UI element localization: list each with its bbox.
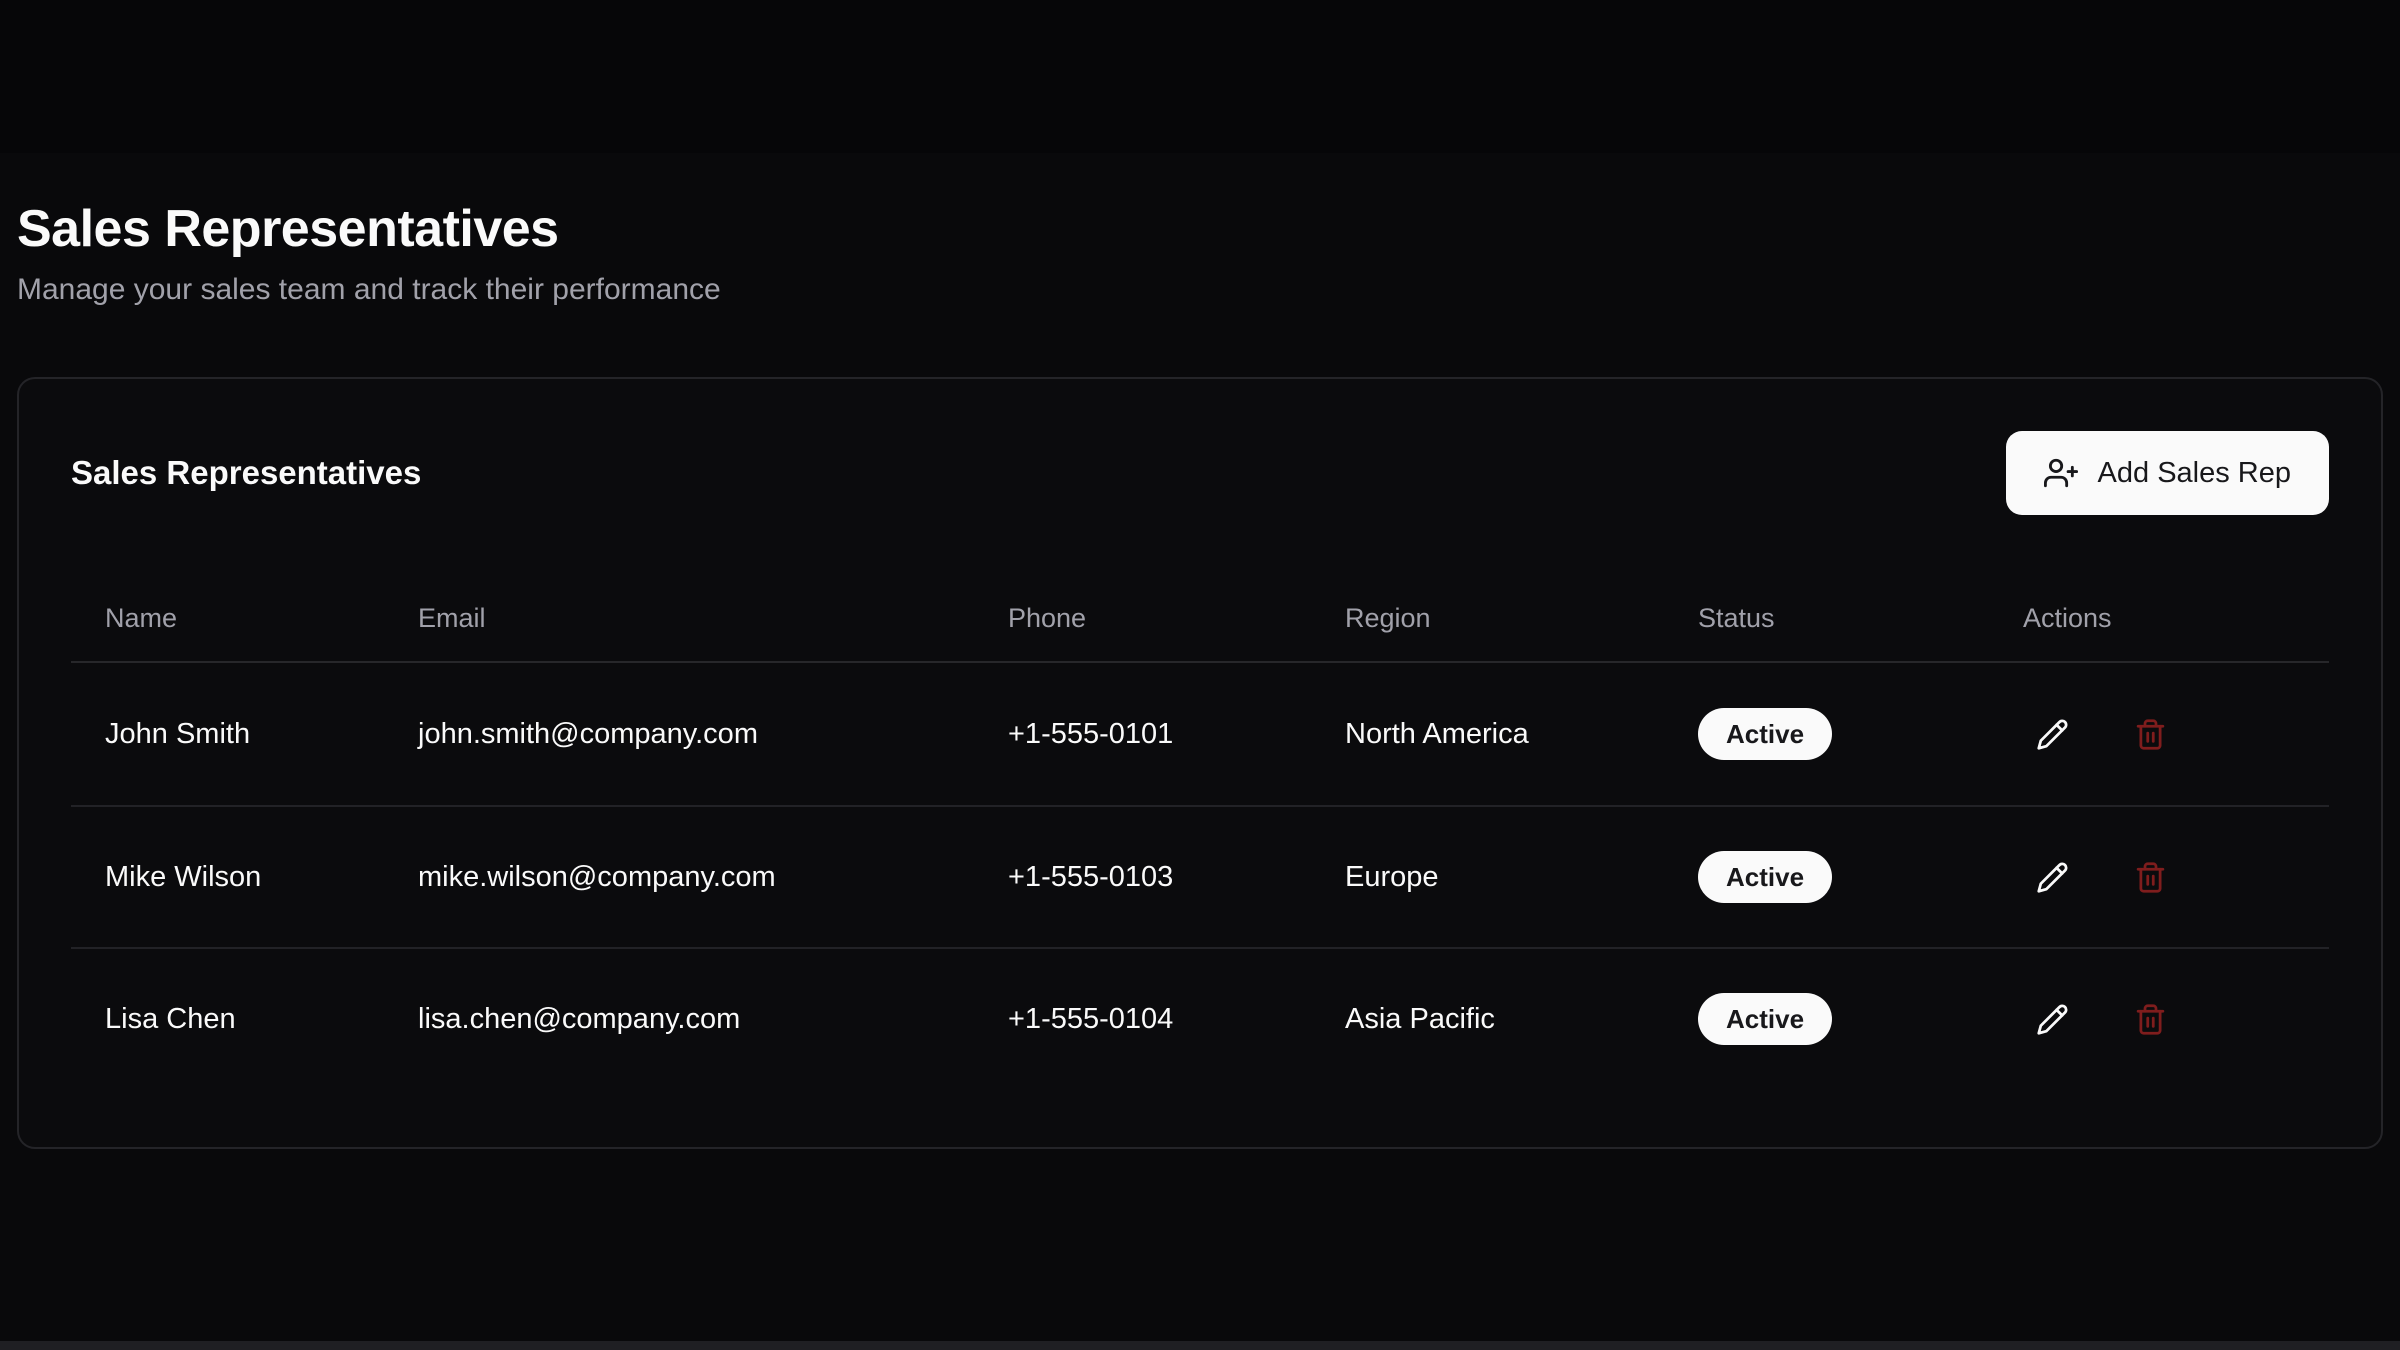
column-header-phone: Phone — [974, 603, 1311, 634]
card-header: Sales Representatives Add Sales Rep — [71, 431, 2329, 515]
column-header-email: Email — [384, 603, 974, 634]
edit-button[interactable] — [2023, 705, 2081, 763]
cell-status: Active — [1664, 708, 1989, 760]
pencil-icon — [2036, 861, 2069, 894]
add-button-label: Add Sales Rep — [2098, 457, 2291, 490]
cell-name: John Smith — [71, 718, 384, 751]
user-plus-icon — [2044, 456, 2078, 490]
add-sales-rep-button[interactable]: Add Sales Rep — [2006, 431, 2329, 515]
cell-phone: +1-555-0103 — [974, 861, 1311, 894]
delete-button[interactable] — [2121, 848, 2179, 906]
cell-email: lisa.chen@company.com — [384, 1003, 974, 1036]
cell-email: john.smith@company.com — [384, 718, 974, 751]
card-title: Sales Representatives — [71, 454, 421, 492]
column-header-actions: Actions — [1989, 603, 2329, 634]
table-row: John Smith john.smith@company.com +1-555… — [71, 663, 2329, 805]
column-header-region: Region — [1311, 603, 1664, 634]
page-title: Sales Representatives — [17, 199, 2383, 259]
trash-icon — [2134, 1003, 2167, 1036]
table-header-row: Name Email Phone Region Status Actions — [71, 575, 2329, 663]
main-content: Sales Representatives Manage your sales … — [0, 199, 2400, 1149]
cell-actions — [1989, 705, 2329, 763]
trash-icon — [2134, 861, 2167, 894]
page-subtitle: Manage your sales team and track their p… — [17, 273, 2383, 307]
edit-button[interactable] — [2023, 848, 2081, 906]
cell-email: mike.wilson@company.com — [384, 861, 974, 894]
cell-name: Mike Wilson — [71, 861, 384, 894]
sales-reps-table: Name Email Phone Region Status Actions J… — [71, 575, 2329, 1089]
column-header-name: Name — [71, 603, 384, 634]
cell-name: Lisa Chen — [71, 1003, 384, 1036]
table-row: Lisa Chen lisa.chen@company.com +1-555-0… — [71, 947, 2329, 1089]
edit-button[interactable] — [2023, 990, 2081, 1048]
status-badge: Active — [1698, 708, 1832, 760]
cell-region: North America — [1311, 718, 1664, 751]
table-row: Mike Wilson mike.wilson@company.com +1-5… — [71, 805, 2329, 947]
pencil-icon — [2036, 718, 2069, 751]
cell-actions — [1989, 848, 2329, 906]
cell-phone: +1-555-0104 — [974, 1003, 1311, 1036]
bottom-edge-strip — [0, 1341, 2400, 1350]
sales-reps-card: Sales Representatives Add Sales Rep Name… — [17, 377, 2383, 1149]
delete-button[interactable] — [2121, 990, 2179, 1048]
top-bar — [0, 0, 2400, 153]
delete-button[interactable] — [2121, 705, 2179, 763]
column-header-status: Status — [1664, 603, 1989, 634]
pencil-icon — [2036, 1003, 2069, 1036]
trash-icon — [2134, 718, 2167, 751]
status-badge: Active — [1698, 851, 1832, 903]
cell-status: Active — [1664, 993, 1989, 1045]
status-badge: Active — [1698, 993, 1832, 1045]
cell-region: Asia Pacific — [1311, 1003, 1664, 1036]
cell-actions — [1989, 990, 2329, 1048]
cell-phone: +1-555-0101 — [974, 718, 1311, 751]
cell-region: Europe — [1311, 861, 1664, 894]
cell-status: Active — [1664, 851, 1989, 903]
